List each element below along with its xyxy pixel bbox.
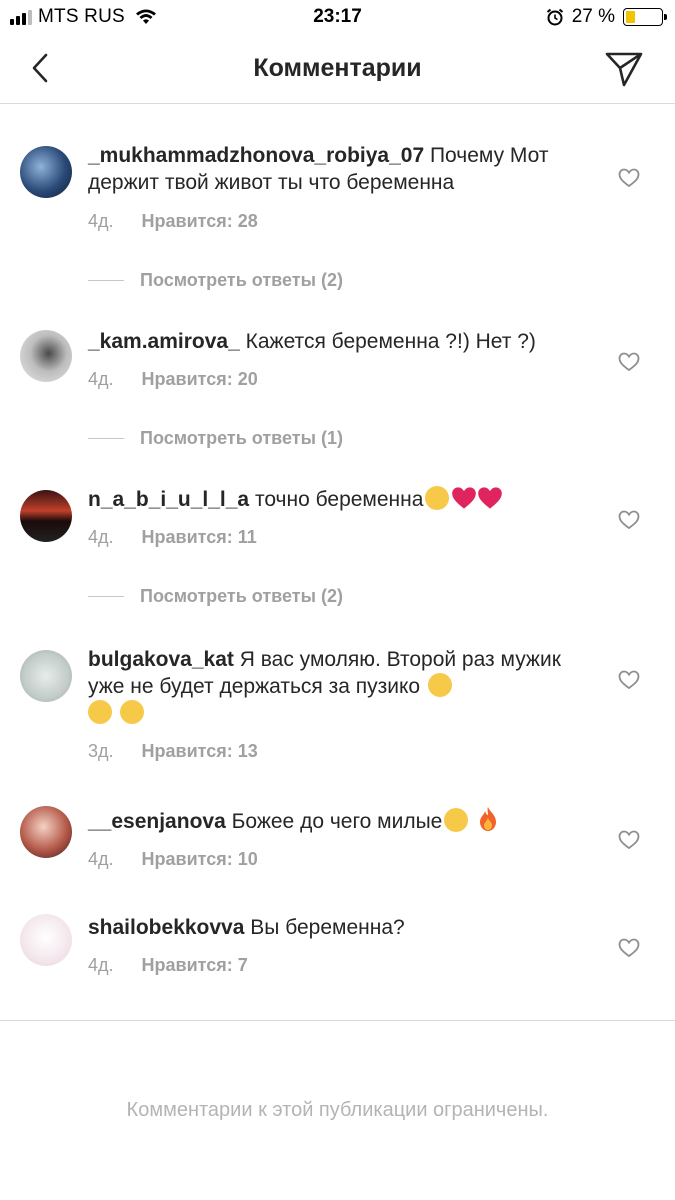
- share-button[interactable]: [603, 48, 645, 90]
- comments-list: _mukhammadzhonova_robiya_07 Почему Мот д…: [0, 104, 675, 1020]
- avatar[interactable]: [20, 914, 72, 966]
- like-heart-icon[interactable]: [618, 938, 640, 958]
- replies-divider: [88, 596, 124, 597]
- view-replies-label: Посмотреть ответы (1): [140, 428, 343, 448]
- comment-text: _kam.amirova_ Кажется беременна ?!) Нет …: [88, 328, 578, 355]
- comment-likes[interactable]: Нравится: 13: [142, 741, 258, 762]
- tears-of-joy-emoji: [427, 673, 452, 697]
- comment-username[interactable]: bulgakova_kat: [88, 648, 234, 671]
- comments-restricted-notice: Комментарии к этой публикации ограничены…: [126, 1099, 549, 1121]
- avatar[interactable]: [20, 490, 72, 542]
- heart-eyes-cat-emoji: [444, 808, 469, 832]
- comment-message: точно беременна: [249, 488, 424, 511]
- view-replies-link[interactable]: Посмотреть ответы (2): [88, 270, 343, 291]
- avatar[interactable]: [20, 650, 72, 702]
- battery-icon: [623, 8, 667, 26]
- comment-text: n_a_b_i_u_l_l_a точно беременна: [88, 486, 578, 513]
- red-heart-emoji: [451, 486, 477, 510]
- like-heart-icon[interactable]: [618, 670, 640, 690]
- view-replies-link[interactable]: Посмотреть ответы (1): [88, 428, 343, 449]
- comment-text: bulgakova_kat Я вас умоляю. Второй раз м…: [88, 646, 578, 727]
- comment-likes[interactable]: Нравится: 10: [142, 849, 258, 870]
- comment-username[interactable]: _kam.amirova_: [88, 330, 240, 353]
- paper-plane-icon: [605, 52, 643, 87]
- like-heart-icon[interactable]: [618, 830, 640, 850]
- battery-level: [626, 11, 636, 23]
- comment-time: 4д.: [88, 849, 114, 869]
- red-heart-emoji: [477, 486, 503, 510]
- comment-likes[interactable]: Нравится: 7: [142, 955, 248, 976]
- nav-bar: Комментарии: [0, 36, 675, 104]
- page-title: Комментарии: [253, 54, 422, 82]
- tears-of-joy-emoji: [88, 700, 112, 724]
- comment-time: 4д.: [88, 211, 114, 231]
- comment-text: __esenjanova Божее до чего милые: [88, 806, 578, 835]
- battery-percent: 27 %: [571, 6, 615, 27]
- like-heart-icon[interactable]: [618, 168, 640, 188]
- comment-likes[interactable]: Нравится: 28: [142, 211, 258, 232]
- avatar[interactable]: [20, 330, 72, 382]
- comment-message: Кажется беременна ?!) Нет ?): [239, 330, 536, 353]
- like-heart-icon[interactable]: [618, 352, 640, 372]
- replies-divider: [88, 438, 124, 439]
- avatar[interactable]: [20, 806, 72, 858]
- view-replies-label: Посмотреть ответы (2): [140, 270, 343, 290]
- view-replies-link[interactable]: Посмотреть ответы (2): [88, 586, 343, 607]
- comment-time: 4д.: [88, 955, 114, 975]
- kissing-face-emoji: [425, 486, 450, 510]
- comment-message: Божее до чего милые: [225, 810, 443, 833]
- like-heart-icon[interactable]: [618, 510, 640, 530]
- comments-footer: Комментарии к этой публикации ограничены…: [0, 1020, 675, 1200]
- avatar[interactable]: [20, 146, 72, 198]
- comment-username[interactable]: _mukhammadzhonova_robiya_07: [88, 144, 424, 167]
- fire-emoji: [476, 806, 500, 831]
- comment-time: 4д.: [88, 527, 114, 547]
- comment-time: 3д.: [88, 741, 114, 761]
- tears-of-joy-emoji: [119, 700, 144, 724]
- comment-text: shailobekkovva Вы беременна?: [88, 914, 578, 941]
- alarm-clock-icon: [546, 8, 563, 26]
- comment-likes[interactable]: Нравится: 11: [142, 527, 257, 548]
- comment-text: _mukhammadzhonova_robiya_07 Почему Мот д…: [88, 142, 578, 196]
- comment-username[interactable]: shailobekkovva: [88, 916, 244, 939]
- comment-username[interactable]: n_a_b_i_u_l_l_a: [88, 488, 249, 511]
- comment-time: 4д.: [88, 369, 114, 389]
- replies-divider: [88, 280, 124, 281]
- view-replies-label: Посмотреть ответы (2): [140, 586, 343, 606]
- comment-likes[interactable]: Нравится: 20: [142, 369, 258, 390]
- status-bar: MTS RUS 23:17 27 %: [0, 0, 675, 36]
- comment-message: Вы беременна?: [244, 916, 405, 939]
- comment-username[interactable]: __esenjanova: [88, 810, 226, 833]
